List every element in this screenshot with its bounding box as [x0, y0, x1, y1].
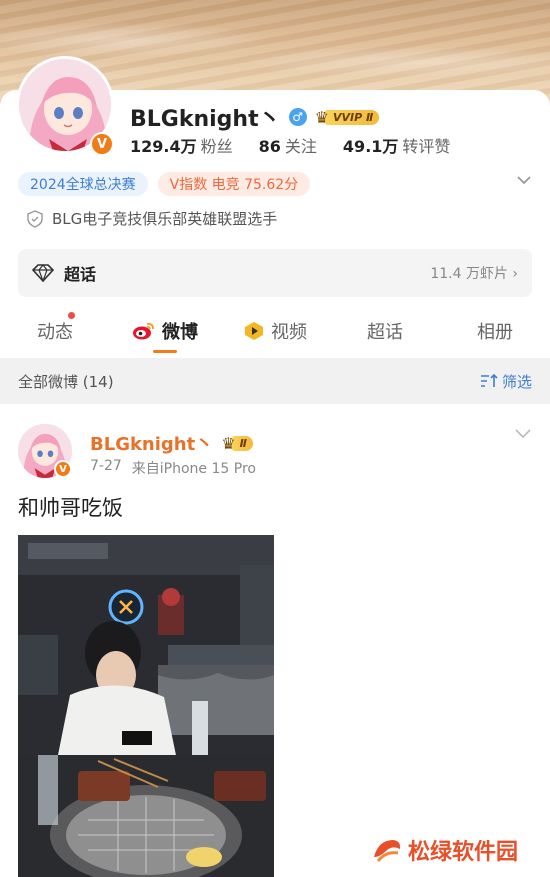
profile-stats: 129.4万 粉丝 86 关注 49.1万 转评赞	[130, 133, 450, 157]
post-username[interactable]: BLGknight丶	[90, 430, 213, 456]
post-photo[interactable]	[18, 535, 274, 877]
diamond-icon	[32, 264, 54, 282]
chevron-down-icon[interactable]	[514, 428, 532, 440]
post-source: 来自iPhone 15 Pro	[131, 461, 256, 477]
tab-video[interactable]: 视频	[220, 306, 330, 356]
tab-album[interactable]: 相册	[440, 306, 550, 356]
restaurant-photo	[18, 535, 274, 877]
vvip-badge[interactable]: ♛ VVIP Ⅱ	[314, 107, 380, 127]
crown-icon: ♛	[221, 433, 236, 453]
video-play-icon	[245, 322, 263, 340]
all-posts-count: 全部微博 (14)	[18, 372, 114, 391]
weibo-logo-icon	[133, 322, 154, 340]
verified-v-icon: V	[54, 460, 72, 478]
chevron-down-icon[interactable]	[516, 172, 532, 188]
active-tab-indicator	[153, 350, 177, 353]
post-author-row: BLGknight丶 ♛ Ⅱ	[90, 430, 253, 456]
stat-interactions[interactable]: 49.1万 转评赞	[343, 133, 451, 157]
supertopic-count: 11.4 万虾片 ›	[430, 266, 518, 282]
profile-tabs: 动态 微博 视频 超话 相册	[0, 306, 550, 356]
verification-text: BLG电子竞技俱乐部英雄联盟选手	[52, 210, 278, 228]
tag-worlds-2024[interactable]: 2024全球总决赛	[18, 172, 148, 196]
profile-tags: 2024全球总决赛 V指数 电竞 75.62分	[18, 172, 311, 196]
vip-level-badge: ♛ Ⅱ	[221, 433, 253, 453]
post-filter-bar: 全部微博 (14) 筛选	[0, 358, 550, 404]
supertopic-label: 超话	[64, 265, 97, 284]
supertopic-entry[interactable]: 超话 11.4 万虾片 ›	[18, 249, 532, 297]
watermark-logo-icon	[374, 840, 401, 862]
verification-row: BLG电子竞技俱乐部英雄联盟选手	[26, 208, 277, 229]
site-watermark: 松绿软件园	[372, 834, 518, 866]
post-date: 7-27	[90, 458, 122, 474]
stat-followers[interactable]: 129.4万 粉丝	[130, 133, 233, 157]
verified-v-icon: V	[90, 132, 114, 156]
shield-check-icon	[27, 209, 43, 228]
tab-supertopic[interactable]: 超话	[330, 306, 440, 356]
post-text: 和帅哥吃饭	[18, 496, 123, 520]
crown-icon: ♛	[314, 107, 329, 127]
tab-weibo[interactable]: 微博	[110, 306, 220, 356]
male-gender-icon: ♂	[288, 108, 307, 126]
filter-icon	[480, 373, 498, 387]
post-card: V BLGknight丶 ♛ Ⅱ 7-27 来自iPhone 15 Pro 和帅…	[0, 404, 550, 877]
profile-page: V BLGknight丶 ♂ ♛ VVIP Ⅱ 129.4万 粉丝 86 关注 49…	[0, 0, 550, 877]
post-meta: 7-27 来自iPhone 15 Pro	[90, 458, 256, 478]
tag-v-index[interactable]: V指数 电竞 75.62分	[157, 172, 311, 196]
filter-button[interactable]: 筛选	[480, 371, 532, 392]
tab-activity[interactable]: 动态	[0, 306, 110, 356]
notification-dot	[68, 312, 75, 319]
profile-username: BLGknight丶	[130, 107, 281, 132]
profile-name-row: BLGknight丶 ♂ ♛ VVIP Ⅱ	[130, 101, 380, 133]
stat-following[interactable]: 86 关注	[259, 133, 317, 157]
